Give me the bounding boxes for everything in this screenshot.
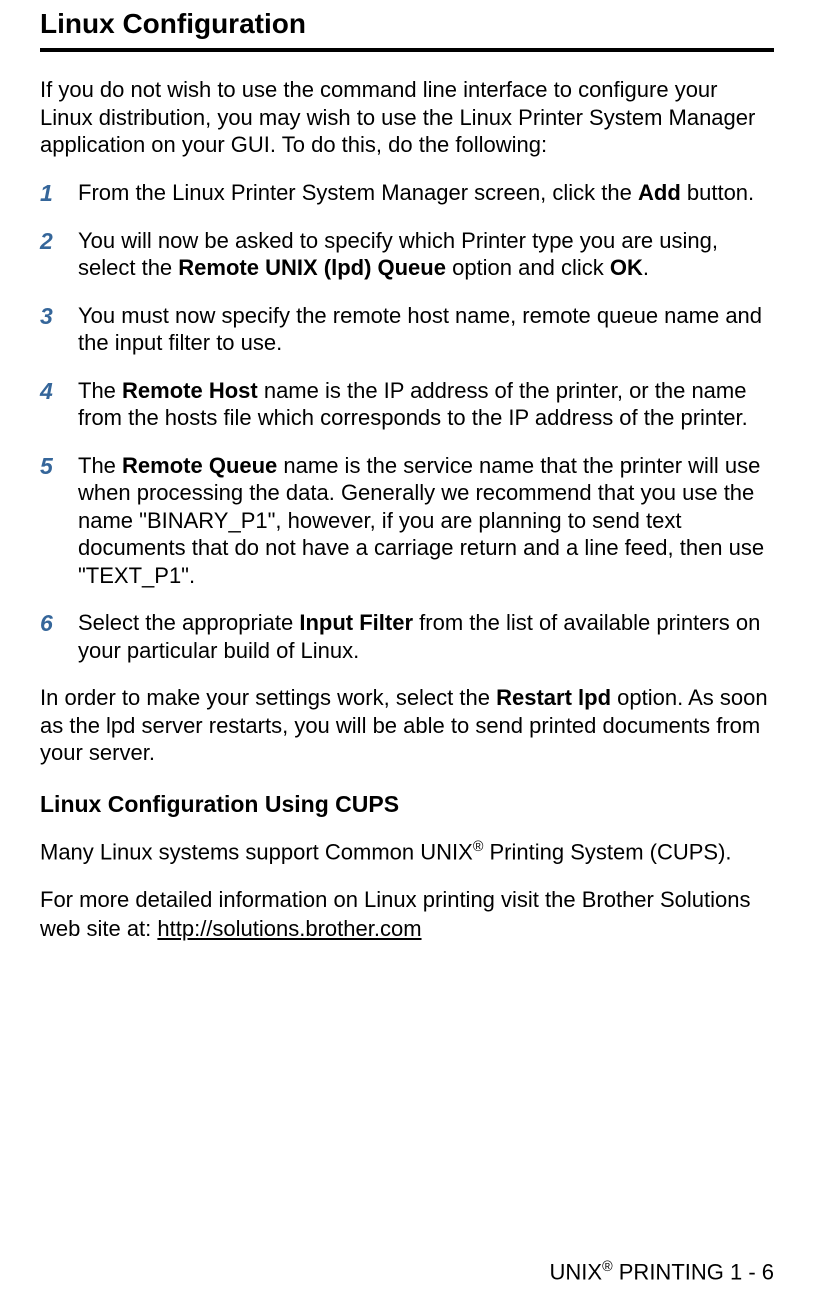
step-6: 6 Select the appropriate Input Filter fr… — [40, 609, 774, 664]
step-3: 3 You must now specify the remote host n… — [40, 302, 774, 357]
text-part: button. — [681, 180, 754, 205]
step-number: 6 — [40, 609, 78, 664]
step-number: 5 — [40, 452, 78, 590]
text-part: In order to make your settings work, sel… — [40, 685, 496, 710]
registered-symbol: ® — [602, 1259, 613, 1275]
text-part: option and click — [446, 255, 610, 280]
page-footer: UNIX® PRINTING 1 - 6 — [550, 1259, 774, 1285]
step-4: 4 The Remote Host name is the IP address… — [40, 377, 774, 432]
text-part: From the Linux Printer System Manager sc… — [78, 180, 638, 205]
footer-text: UNIX — [550, 1259, 603, 1284]
step-text: From the Linux Printer System Manager sc… — [78, 179, 754, 207]
intro-paragraph: If you do not wish to use the command li… — [40, 76, 774, 159]
bold-text: Remote Host — [122, 378, 258, 403]
bold-text: Remote UNIX (lpd) Queue — [178, 255, 446, 280]
steps-list: 1 From the Linux Printer System Manager … — [40, 179, 774, 665]
step-text: You must now specify the remote host nam… — [78, 302, 774, 357]
solutions-link[interactable]: http://solutions.brother.com — [157, 916, 421, 941]
bold-text: OK — [610, 255, 643, 280]
closing-paragraph: In order to make your settings work, sel… — [40, 684, 774, 767]
text-part: The — [78, 453, 122, 478]
link-paragraph: For more detailed information on Linux p… — [40, 886, 774, 943]
bold-text: Add — [638, 180, 681, 205]
text-part: The — [78, 378, 122, 403]
footer-text: PRINTING 1 - 6 — [613, 1259, 774, 1284]
page-title: Linux Configuration — [40, 0, 774, 48]
step-5: 5 The Remote Queue name is the service n… — [40, 452, 774, 590]
step-number: 2 — [40, 227, 78, 282]
step-text: You will now be asked to specify which P… — [78, 227, 774, 282]
registered-symbol: ® — [473, 839, 484, 855]
step-number: 1 — [40, 179, 78, 207]
step-text: Select the appropriate Input Filter from… — [78, 609, 774, 664]
text-part: You must now specify the remote host nam… — [78, 303, 762, 356]
step-number: 4 — [40, 377, 78, 432]
step-text: The Remote Host name is the IP address o… — [78, 377, 774, 432]
step-1: 1 From the Linux Printer System Manager … — [40, 179, 774, 207]
bold-text: Restart lpd — [496, 685, 611, 710]
step-2: 2 You will now be asked to specify which… — [40, 227, 774, 282]
sub-heading: Linux Configuration Using CUPS — [40, 791, 774, 818]
step-text: The Remote Queue name is the service nam… — [78, 452, 774, 590]
bold-text: Remote Queue — [122, 453, 277, 478]
cups-paragraph: Many Linux systems support Common UNIX® … — [40, 838, 774, 867]
step-number: 3 — [40, 302, 78, 357]
text-part: . — [643, 255, 649, 280]
title-divider — [40, 48, 774, 52]
text-part: Many Linux systems support Common UNIX — [40, 839, 473, 864]
bold-text: Input Filter — [299, 610, 413, 635]
text-part: Printing System (CUPS). — [483, 839, 731, 864]
text-part: Select the appropriate — [78, 610, 299, 635]
